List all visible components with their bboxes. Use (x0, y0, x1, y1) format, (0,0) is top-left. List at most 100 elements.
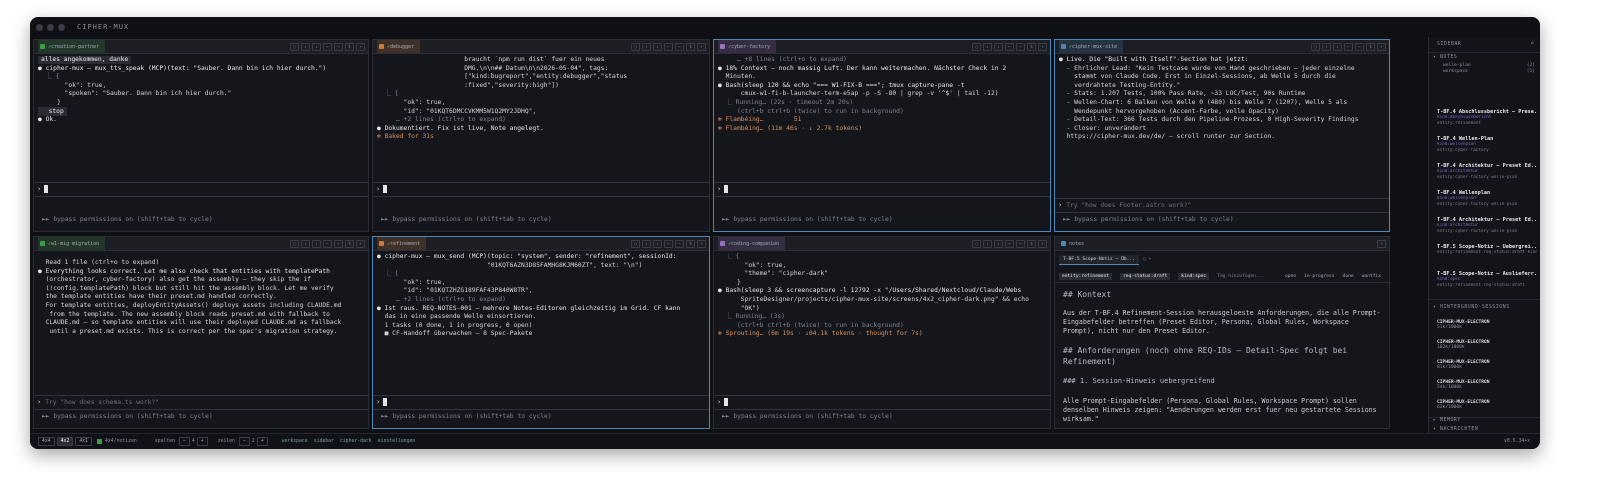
pane-close-button[interactable]: × (1038, 240, 1047, 248)
rows-decrease-button[interactable]: − (239, 437, 250, 446)
pane-close-button[interactable]: × (697, 240, 706, 248)
background-session-item[interactable]: CIPHER-MUX-ELECTRON 62k/1000k (1437, 400, 1533, 410)
messages-section-header[interactable]: ▾ NACHRICHTEN (1433, 427, 1478, 432)
permissions-status[interactable]: ►► bypass permissions on (shift+tab to c… (722, 216, 893, 223)
pane-tab[interactable]: ✓ w1-mig migration (38, 237, 106, 250)
terminal-pane-cyber-factory[interactable]: ✓ cyber-factory ▢ ↑ ↓ ← → $ × … +8 lines (ctrl+… (713, 39, 1051, 232)
pane-up-button[interactable]: ↑ (301, 43, 310, 51)
terminal-pane-debugger[interactable]: ✓ debugger ▢ ↑ ↓ ← → $ × braucht `npm run dist`… (372, 39, 710, 232)
pane-close-button[interactable]: × (1377, 43, 1386, 51)
pane-down-button[interactable]: ↓ (312, 43, 321, 51)
pane-right-button[interactable]: → (1016, 43, 1025, 51)
nav-sidebar-link[interactable]: sidebar (314, 439, 334, 444)
pane-up-button[interactable]: ↑ (983, 240, 992, 248)
pane-split-button[interactable]: ▢ (972, 240, 981, 248)
prompt-input[interactable]: › (373, 182, 709, 197)
pane-down-button[interactable]: ↓ (994, 43, 1003, 51)
pane-up-button[interactable]: ↑ (642, 43, 651, 51)
pane-settings-button[interactable]: $ (345, 43, 354, 51)
pane-right-button[interactable]: → (1016, 240, 1025, 248)
zoom-traffic-light[interactable] (58, 23, 65, 31)
rows-increase-button[interactable]: + (256, 437, 268, 446)
pane-right-button[interactable]: → (334, 43, 343, 51)
pane-tab[interactable]: ✓ coding-companion (718, 237, 786, 250)
background-session-item[interactable]: CIPHER-MUX-ELECTRON 102k/1000k (1437, 340, 1533, 350)
pane-split-button[interactable]: ▢ (1311, 43, 1320, 51)
notes-section-header[interactable]: ▾ NOTES (1433, 55, 1457, 60)
prompt-input[interactable]: › Try "how does Footer.astro work?" (1055, 198, 1389, 213)
prompt-input[interactable]: › (714, 395, 1050, 410)
tag-chip[interactable]: entity:refinement (1059, 273, 1113, 280)
permissions-status[interactable]: ►► bypass permissions on (shift+tab to c… (42, 216, 213, 223)
search-icon[interactable]: ⌕ (1530, 40, 1534, 47)
pane-settings-button[interactable]: $ (345, 240, 354, 248)
pane-split-button[interactable]: ▢ (290, 240, 299, 248)
pane-up-button[interactable]: ↑ (301, 240, 310, 248)
pane-close-button[interactable]: × (356, 43, 365, 51)
status-in-progress[interactable]: in-progress (1304, 274, 1334, 279)
sidebar-note-item[interactable]: T-BF.4 Abschlussbericht – Prese... kind:a… (1437, 109, 1537, 127)
terminal-pane-creation-partner[interactable]: ✓ creation-partner ▢ ↑ ↓ ← → $ × alles angekomme… (33, 39, 369, 232)
status-wontfix[interactable]: wontfix (1362, 274, 1381, 279)
permissions-status[interactable]: ►► bypass permissions on (shift+tab to c… (42, 413, 213, 420)
pane-split-button[interactable]: ▢ (972, 43, 981, 51)
notes-folder-item[interactable]: workspace (1) (1443, 69, 1535, 75)
pane-close-button[interactable]: × (697, 43, 706, 51)
background-session-item[interactable]: CIPHER-MUX-ELECTRON 51k/1000k (1437, 320, 1533, 330)
terminal-pane-refinement[interactable]: ✓ refinement ▢ ↑ ↓ ← → $ × ● cipher-mux – mux_se… (372, 236, 710, 429)
sidebar-note-item[interactable]: T-BF.5 Scope-Notiz – Uebergrei... entity:… (1437, 244, 1537, 256)
pane-close-button[interactable]: × (1038, 43, 1047, 51)
pane-up-button[interactable]: ↑ (642, 240, 651, 248)
pane-down-button[interactable]: ↓ (653, 43, 662, 51)
pane-tab[interactable]: ✓ debugger (377, 40, 421, 53)
prompt-input[interactable]: › (34, 182, 368, 197)
columns-decrease-button[interactable]: − (179, 437, 190, 446)
pane-right-button[interactable]: → (675, 240, 684, 248)
pane-left-button[interactable]: ← (1005, 240, 1014, 248)
prompt-input[interactable]: › (373, 395, 709, 410)
pane-settings-button[interactable]: $ (686, 240, 695, 248)
pane-settings-button[interactable]: $ (1027, 240, 1036, 248)
sidebar-note-item[interactable]: T-BF.5 Scope-Notiz – Auslieferr... kind:s… (1437, 271, 1537, 289)
permissions-status[interactable]: ►► bypass permissions on (shift+tab to c… (381, 216, 552, 223)
layout-4x1-button[interactable]: 4x1 (75, 437, 93, 446)
terminal-pane-cipher-mux-site[interactable]: ✓ cipher-mux-site ▢ ↑ ↓ ← → $ × ● Live. Die "Bui… (1054, 39, 1390, 232)
sidebar-note-item[interactable]: T-BF.4 Wellen-Plan kind:wellenplan entity:… (1437, 136, 1537, 154)
pane-down-button[interactable]: ↓ (1333, 43, 1342, 51)
pane-settings-button[interactable]: $ (686, 43, 695, 51)
prompt-input[interactable]: › Try "how does schema.ts work?" (34, 395, 368, 410)
sidebar-note-item[interactable]: T-BF.4 Architektur – Preset Ed... kind:ar… (1437, 217, 1537, 235)
memory-section-header[interactable]: ▸ MEMORY (1433, 418, 1461, 423)
note-tab[interactable]: T-BF.5 Scope-Notiz – Üb... (1059, 254, 1139, 265)
pane-tab[interactable]: ✓ cipher-mux-site (1059, 40, 1124, 53)
pane-tab[interactable]: ✓ refinement (377, 237, 427, 250)
pane-up-button[interactable]: ↑ (1322, 43, 1331, 51)
pane-left-button[interactable]: ← (1005, 43, 1014, 51)
pane-split-button[interactable]: ▢ (631, 43, 640, 51)
pane-left-button[interactable]: ← (664, 43, 673, 51)
sidebar-note-item[interactable]: T-BF.4 Architektur – Preset Ed... kind:ar… (1437, 163, 1537, 181)
pane-left-button[interactable]: ← (664, 240, 673, 248)
columns-increase-button[interactable]: + (196, 437, 208, 446)
pane-down-button[interactable]: ↓ (312, 240, 321, 248)
pane-left-button[interactable]: ← (1344, 43, 1353, 51)
pane-left-button[interactable]: ← (323, 43, 332, 51)
sidebar-note-item[interactable]: T-BF.4 Wellenplan kind:wellenplan entity:c… (1437, 190, 1537, 208)
pane-settings-button[interactable]: $ (1366, 43, 1375, 51)
layout-4x2-button[interactable]: 4x2 (56, 437, 74, 446)
pane-down-button[interactable]: ↓ (653, 240, 662, 248)
tag-chip[interactable]: kind:spec (1178, 273, 1210, 280)
permissions-status[interactable]: ►► bypass permissions on (shift+tab to c… (1063, 216, 1234, 223)
pane-close-button[interactable]: × (1377, 240, 1386, 248)
pane-down-button[interactable]: ↓ (994, 240, 1003, 248)
permissions-status[interactable]: ►► bypass permissions on (shift+tab to c… (381, 413, 552, 420)
tag-chip[interactable]: req-status:draft (1120, 273, 1171, 280)
nav-workspace-link[interactable]: workspace (282, 439, 308, 444)
prompt-input[interactable]: › (714, 182, 1050, 197)
pane-tab[interactable]: ✓ creation-partner (38, 40, 106, 53)
add-tag-input[interactable]: Tag hinzufügen... (1217, 274, 1264, 279)
pane-right-button[interactable]: → (334, 240, 343, 248)
close-traffic-light[interactable] (36, 23, 43, 31)
nav-theme-link[interactable]: cipher-dark (340, 439, 372, 444)
terminal-pane-migration[interactable]: ✓ w1-mig migration ▢ ↑ ↓ ← → $ × Read 1 file (c… (33, 236, 369, 429)
